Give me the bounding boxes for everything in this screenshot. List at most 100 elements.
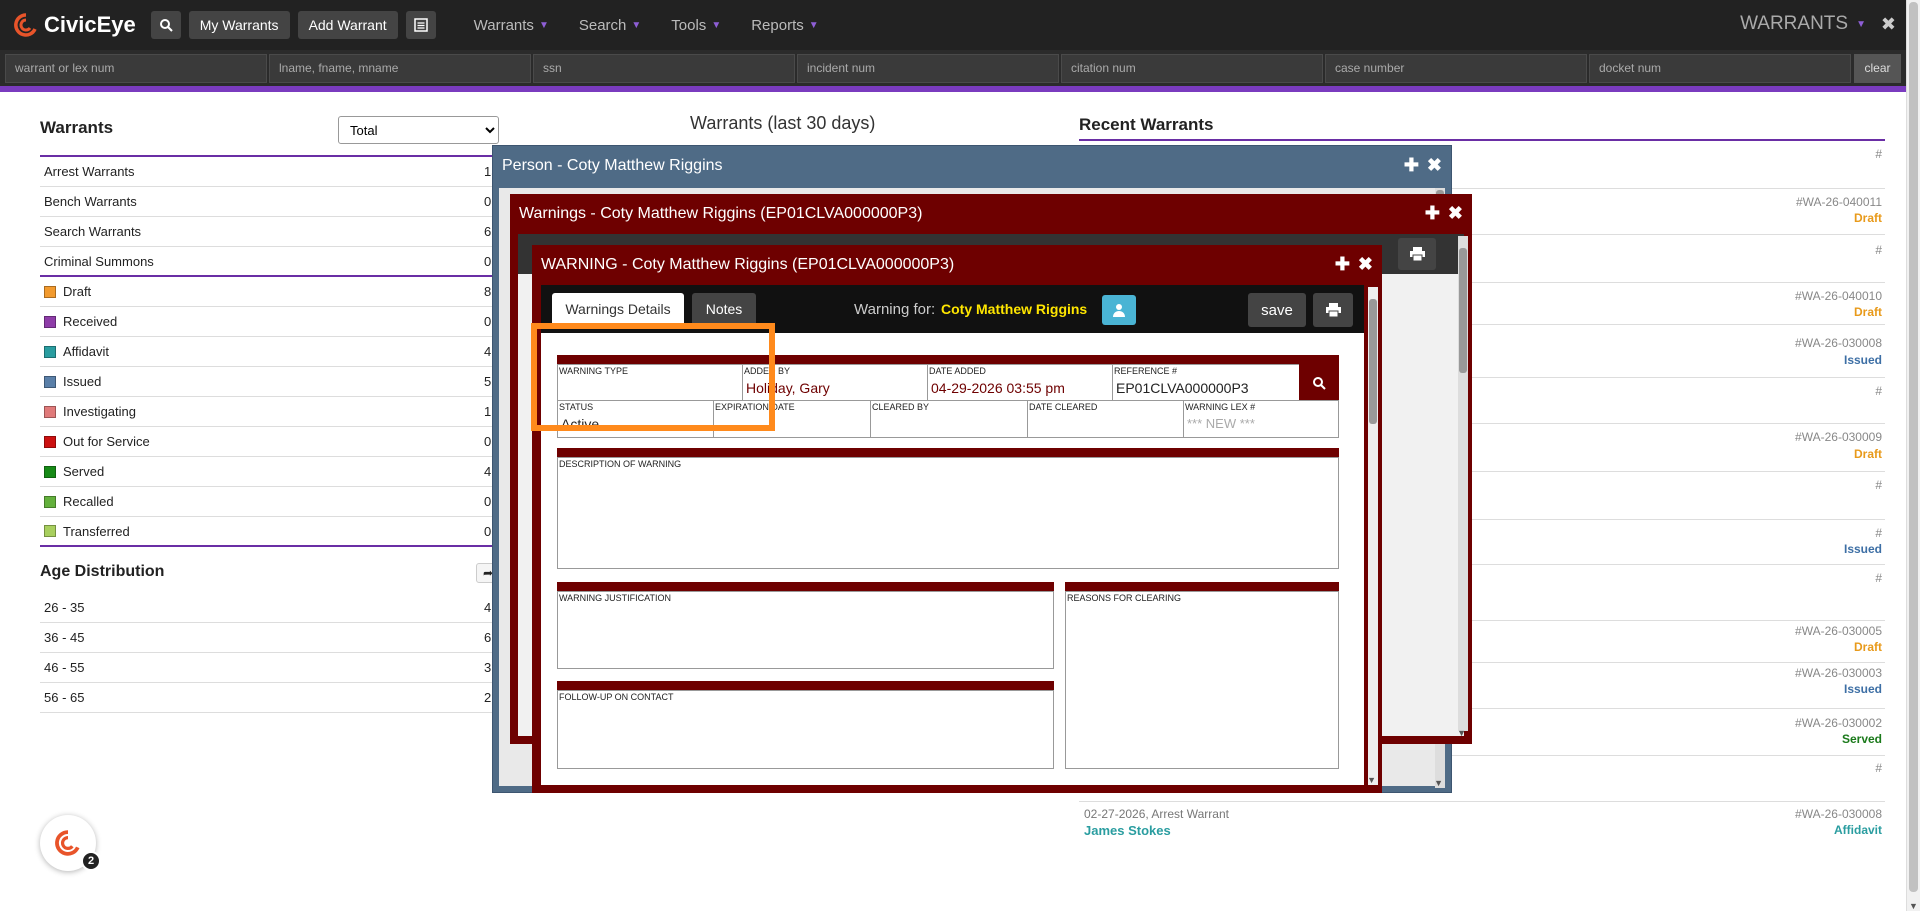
warnings-dialog-header[interactable]: Warnings - Coty Matthew Riggins (EP01CLV… — [510, 194, 1472, 234]
person-dialog-header[interactable]: Person - Coty Matthew Riggins ✚ ✖ — [493, 146, 1451, 186]
warning-for-name: Coty Matthew Riggins — [941, 301, 1088, 317]
search-button[interactable] — [150, 11, 181, 39]
status-item-out-for-service[interactable]: Out for Service 0 — [40, 427, 500, 457]
recent-warrant-item[interactable]: 02-27-2026, Arrest Warrant James Stokes … — [1079, 802, 1885, 850]
age-distribution-list: 26 - 35 4 36 - 45 6 46 - 55 3 56 - 65 2 — [40, 593, 500, 713]
warning-lex-field[interactable]: WARNING LEX # *** NEW *** — [1183, 400, 1339, 438]
ssn-input[interactable] — [533, 53, 795, 83]
scrollbar-thumb[interactable] — [1369, 299, 1377, 424]
expand-icon[interactable]: ✚ — [1335, 254, 1350, 275]
scrollbar-thumb[interactable] — [1459, 248, 1467, 373]
module-switcher[interactable]: WARRANTS ▼ — [1740, 13, 1866, 35]
close-icon[interactable]: ✖ — [1448, 203, 1463, 224]
case-number-input[interactable] — [1325, 53, 1587, 83]
caret-down-icon: ▼ — [631, 19, 642, 31]
caret-down-icon: ▼ — [808, 19, 819, 31]
cleared-by-field[interactable]: CLEARED BY — [870, 400, 1028, 438]
clear-button[interactable]: clear — [1854, 53, 1901, 83]
status-item-served[interactable]: Served 4 — [40, 457, 500, 487]
status-swatch — [44, 315, 56, 328]
age-item[interactable]: 56 - 65 2 — [40, 683, 500, 713]
warrant-subject-link[interactable]: James Stokes — [1084, 823, 1171, 838]
scrollbar[interactable] — [1458, 236, 1468, 731]
recent-warrants-title: Recent Warrants — [1079, 115, 1214, 134]
list-item-summons[interactable]: Criminal Summons 0 — [40, 247, 500, 277]
docket-num-input[interactable] — [1589, 53, 1851, 83]
name-input[interactable] — [269, 53, 531, 83]
status-swatch — [44, 495, 56, 508]
reference-number-field[interactable]: REFERENCE # EP01CLVA000000P3 — [1112, 364, 1300, 401]
close-icon[interactable]: ✖ — [1881, 14, 1896, 35]
warrant-num-input[interactable] — [5, 53, 267, 83]
form-section-header — [1065, 582, 1339, 591]
status-swatch — [44, 525, 56, 537]
status-swatch — [44, 285, 56, 298]
menu-tools[interactable]: Tools ▼ — [671, 17, 721, 34]
save-button[interactable]: save — [1248, 293, 1306, 327]
form-section-header — [557, 448, 1339, 457]
status-item-affidavit[interactable]: Affidavit 4 — [40, 337, 500, 367]
warrants-filter-select[interactable]: Total — [338, 116, 499, 144]
status-item-issued[interactable]: Issued 5 — [40, 367, 500, 397]
status-swatch — [44, 465, 56, 478]
close-icon[interactable]: ✖ — [1427, 155, 1442, 176]
reference-search-button[interactable] — [1299, 364, 1339, 401]
age-item[interactable]: 26 - 35 4 — [40, 593, 500, 623]
tab-notes[interactable]: Notes — [692, 293, 756, 325]
search-icon — [159, 19, 173, 32]
list-item-bench[interactable]: Bench Warrants 0 — [40, 187, 500, 217]
my-warrants-button[interactable]: My Warrants — [188, 11, 290, 39]
tab-warnings-details[interactable]: Warnings Details — [552, 293, 684, 325]
expand-icon[interactable]: ✚ — [1404, 155, 1419, 176]
status-item-transferred[interactable]: Transferred 0 — [40, 517, 500, 547]
citation-num-input[interactable] — [1061, 53, 1323, 83]
scrollbar-thumb[interactable] — [1909, 2, 1918, 892]
status-swatch — [44, 345, 56, 358]
warrants-title: Warrants — [40, 118, 114, 137]
warning-for-label: Warning for: — [854, 301, 936, 318]
age-item[interactable]: 36 - 45 6 — [40, 623, 500, 653]
status-item-recalled[interactable]: Recalled 0 — [40, 487, 500, 517]
warrants-summary-list: Arrest Warrants15 Bench Warrants0 Search… — [40, 155, 500, 547]
menu-warrants[interactable]: Warrants ▼ — [474, 17, 549, 34]
description-textarea[interactable]: DESCRIPTION OF WARNING — [557, 457, 1339, 569]
list-button[interactable] — [405, 11, 436, 39]
caret-down-icon: ▼ — [711, 19, 722, 31]
status-item-investigating[interactable]: Investigating 1 — [40, 397, 500, 427]
print-button[interactable] — [1313, 293, 1353, 327]
date-cleared-field[interactable]: DATE CLEARED — [1027, 400, 1184, 438]
close-icon[interactable]: ✖ — [1358, 254, 1373, 275]
expand-icon[interactable]: ✚ — [1425, 203, 1440, 224]
list-item-arrest[interactable]: Arrest Warrants15 — [40, 157, 500, 187]
scroll-down-icon[interactable]: ▼ — [1909, 901, 1918, 911]
print-button[interactable] — [1398, 238, 1436, 270]
scroll-down-icon[interactable]: ▼ — [1434, 778, 1443, 788]
scroll-down-icon[interactable]: ▼ — [1367, 775, 1376, 785]
brand-logo[interactable]: CivicEye — [14, 12, 136, 38]
menu-search[interactable]: Search ▼ — [579, 17, 641, 34]
status-item-received[interactable]: Received 0 — [40, 307, 500, 337]
dialog-title: Warnings - Coty Matthew Riggins (EP01CLV… — [519, 205, 923, 222]
warning-dialog-header[interactable]: WARNING - Coty Matthew Riggins (EP01CLVA… — [532, 245, 1382, 285]
status-swatch — [44, 405, 56, 418]
page-scrollbar[interactable]: ▼ — [1906, 0, 1920, 911]
person-button[interactable] — [1102, 295, 1136, 325]
caret-down-icon: ▼ — [1856, 18, 1866, 30]
add-warrant-button[interactable]: Add Warrant — [297, 11, 398, 39]
incident-num-input[interactable] — [797, 53, 1059, 83]
follow-up-textarea[interactable]: FOLLOW-UP ON CONTACT — [557, 690, 1054, 769]
justification-textarea[interactable]: WARNING JUSTIFICATION — [557, 591, 1054, 669]
date-added-field[interactable]: DATE ADDED 04-29-2026 03:55 pm — [927, 364, 1113, 401]
print-icon — [1409, 247, 1425, 261]
reasons-clearing-textarea[interactable]: REASONS FOR CLEARING — [1065, 591, 1339, 769]
scrollbar[interactable] — [1368, 287, 1378, 785]
menu-reports[interactable]: Reports ▼ — [751, 17, 818, 34]
status-item-draft[interactable]: Draft 8 — [40, 277, 500, 307]
list-icon — [413, 18, 428, 32]
list-item-search[interactable]: Search Warrants 6 — [40, 217, 500, 247]
dialog-title: Person - Coty Matthew Riggins — [502, 157, 723, 174]
notification-count-badge: 2 — [81, 851, 101, 871]
scroll-down-icon[interactable]: ▼ — [1457, 728, 1466, 738]
form-section-header — [557, 681, 1054, 690]
age-item[interactable]: 46 - 55 3 — [40, 653, 500, 683]
